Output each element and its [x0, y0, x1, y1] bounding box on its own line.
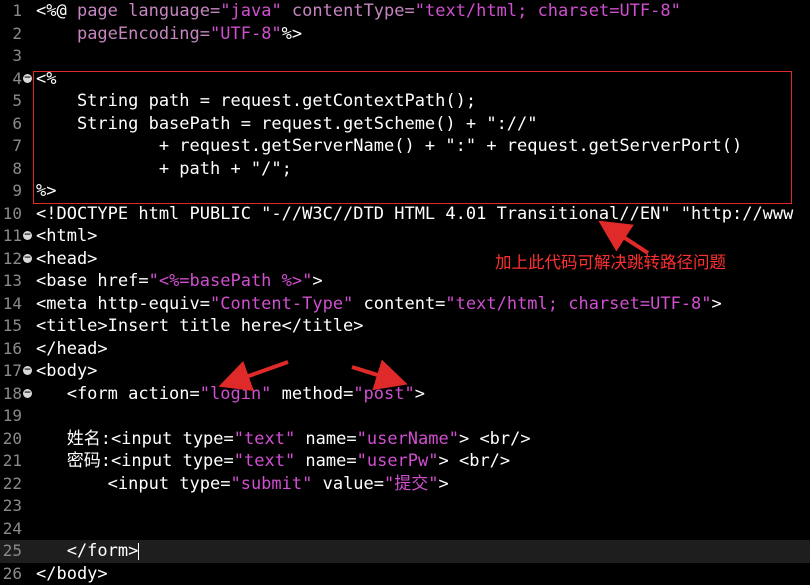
annotation-arrows [0, 0, 810, 583]
arrow-to-box-icon [605, 225, 648, 253]
arrow-to-action-icon [226, 362, 288, 384]
arrow-to-method-icon [352, 367, 400, 382]
